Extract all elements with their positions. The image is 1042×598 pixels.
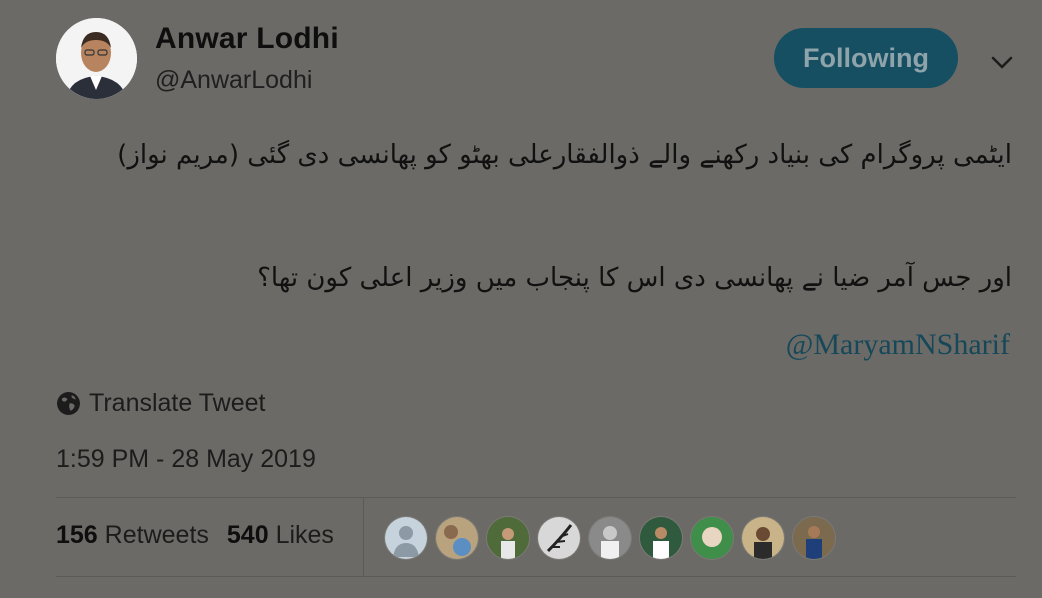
tweet-stats: 156 Retweets 540 Likes [56, 521, 334, 550]
translate-tweet-label: Translate Tweet [89, 389, 266, 417]
stats-separator [363, 498, 364, 576]
tweet-timestamp[interactable]: 1:59 PM - 28 May 2019 [56, 445, 316, 474]
tweet-text-line-1: ایٹمی پروگرام کی بنیاد رکھنے والے ذوالفق… [117, 140, 1012, 170]
translate-tweet-link[interactable]: Translate Tweet [56, 389, 265, 418]
likes-count: 540 [226, 521, 269, 549]
liker-avatar[interactable] [690, 516, 734, 560]
avatar-photo-icon [793, 517, 835, 559]
liker-avatar[interactable] [639, 516, 683, 560]
author-display-name[interactable]: Anwar Lodhi [155, 22, 339, 56]
avatar-photo-icon [487, 517, 529, 559]
liker-avatar[interactable] [741, 516, 785, 560]
author-handle[interactable]: @AnwarLodhi [155, 66, 312, 95]
liker-avatars [384, 516, 836, 560]
divider-bottom [56, 576, 1016, 577]
divider-top [56, 497, 1016, 498]
author-avatar[interactable] [56, 18, 137, 99]
likes-label: Likes [275, 521, 334, 549]
chevron-down-icon[interactable] [988, 50, 1016, 76]
globe-icon [57, 392, 80, 415]
likes-stat[interactable]: 540 Likes [227, 521, 334, 550]
retweets-label: Retweets [104, 521, 209, 549]
avatar-photo-icon [589, 517, 631, 559]
tweet-text-line-2: اور جس آمر ضیا نے پھانسی دی اس کا پنجاب … [257, 263, 1012, 293]
default-avatar-icon [385, 517, 427, 559]
liker-avatar-default[interactable] [384, 516, 428, 560]
liker-avatar[interactable] [435, 516, 479, 560]
fern-logo-icon [538, 517, 580, 559]
avatar-photo-icon [640, 517, 682, 559]
retweets-count: 156 [56, 521, 98, 549]
retweets-stat[interactable]: 156 Retweets [56, 521, 209, 550]
liker-avatar[interactable] [537, 516, 581, 560]
avatar-photo-icon [436, 517, 478, 559]
liker-avatar[interactable] [792, 516, 836, 560]
profile-photo-icon [56, 18, 137, 99]
avatar-photo-icon [742, 517, 784, 559]
avatar-photo-icon [691, 517, 733, 559]
following-button[interactable]: Following [774, 28, 958, 88]
liker-avatar[interactable] [588, 516, 632, 560]
liker-avatar[interactable] [486, 516, 530, 560]
mention-link[interactable]: @MaryamNSharif [786, 328, 1010, 362]
